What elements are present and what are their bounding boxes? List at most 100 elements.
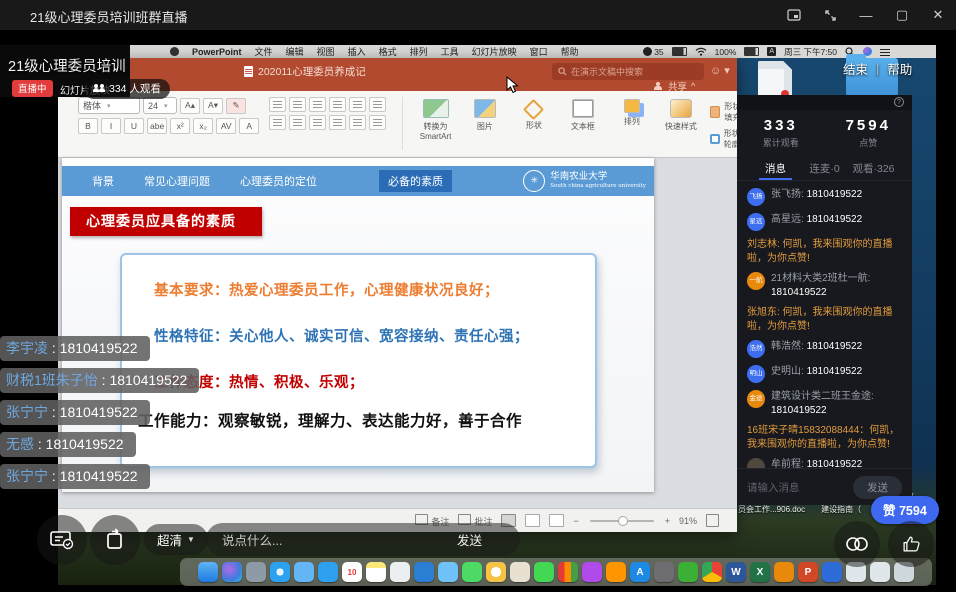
panel-check-button[interactable] — [37, 515, 87, 565]
input-method-badge[interactable]: A — [767, 47, 776, 56]
indent-increase-button[interactable] — [329, 97, 346, 112]
dock-app-icon[interactable] — [822, 562, 842, 582]
dock-app-icon[interactable] — [534, 562, 554, 582]
bullet-list-button[interactable] — [269, 97, 286, 112]
wifi-icon[interactable] — [695, 47, 707, 56]
menubar-item[interactable]: 帮助 — [561, 45, 579, 58]
end-stream-button[interactable]: 结束 — [843, 59, 868, 78]
menubar-item[interactable]: 插入 — [348, 45, 366, 58]
format-button[interactable]: x₂ — [193, 118, 213, 134]
help-button[interactable]: 帮助 — [887, 59, 912, 78]
font-size-select[interactable]: 24▾ — [143, 97, 177, 114]
format-button[interactable]: B — [78, 118, 98, 134]
dock-app-icon[interactable] — [870, 562, 890, 582]
rotate-screen-button[interactable] — [90, 515, 140, 565]
collapse-ribbon-icon[interactable]: ^ — [691, 81, 695, 91]
font-name-select[interactable]: 楷体▾ — [78, 97, 140, 114]
help-icon[interactable]: ? — [894, 97, 904, 107]
danmaku-input[interactable]: 说点什么... 发送 — [206, 523, 520, 556]
dock-app-icon[interactable]: A — [630, 562, 650, 582]
menubar-item[interactable]: 格式 — [379, 45, 397, 58]
format-button[interactable]: U — [124, 118, 144, 134]
dock-app-icon[interactable] — [294, 562, 314, 582]
format-button[interactable]: A — [239, 118, 259, 134]
dock-app-icon[interactable] — [582, 562, 602, 582]
dock-app-icon[interactable] — [366, 562, 386, 582]
menubar-item[interactable]: 窗口 — [530, 45, 548, 58]
dock-app-icon[interactable]: X — [750, 562, 770, 582]
align-options-button[interactable] — [369, 115, 386, 130]
emoji-feedback-icon[interactable]: ☺ ▾ — [710, 64, 730, 77]
dock-app-icon[interactable] — [222, 562, 242, 582]
menubar-app-name[interactable]: PowerPoint — [192, 47, 242, 57]
dock-app-icon[interactable] — [654, 562, 674, 582]
menubar-item[interactable]: 幻灯片放映 — [472, 45, 517, 58]
sidebar-tab[interactable]: 观看·326 — [849, 156, 898, 180]
dock-app-icon[interactable] — [510, 562, 530, 582]
toolbar-big-button[interactable]: 图片 — [465, 97, 505, 132]
mini-window-icon[interactable] — [786, 7, 802, 23]
link-rings-button[interactable] — [834, 521, 880, 567]
menubar-item[interactable]: 编辑 — [286, 45, 304, 58]
notification-count[interactable]: 35 — [643, 47, 663, 57]
zoom-slider-knob[interactable] — [618, 516, 628, 526]
zoom-out-button[interactable]: − — [573, 516, 578, 526]
danmaku-send-button[interactable]: 发送 — [457, 530, 482, 549]
toolbar-big-button[interactable]: 快速样式 — [661, 97, 701, 132]
format-button[interactable]: abe — [147, 118, 167, 134]
dock-app-icon[interactable] — [198, 562, 218, 582]
toolbar-big-button[interactable]: 文本框 — [563, 97, 603, 132]
align-right-button[interactable] — [309, 115, 326, 130]
font-size-step-button[interactable]: A▴ — [180, 98, 200, 114]
like-count-badge[interactable]: 赞 7594 — [871, 496, 939, 524]
apple-logo-icon[interactable] — [170, 47, 179, 56]
dock-app-icon[interactable] — [414, 562, 434, 582]
dock-app-icon[interactable] — [702, 562, 722, 582]
justify-button[interactable] — [329, 115, 346, 130]
dock-app-icon[interactable] — [678, 562, 698, 582]
menubar-item[interactable]: 文件 — [255, 45, 273, 58]
dock-app-icon[interactable] — [486, 562, 506, 582]
fullscreen-icon[interactable] — [822, 7, 838, 23]
format-button[interactable]: I — [101, 118, 121, 134]
columns-button[interactable] — [369, 97, 386, 112]
zoom-level[interactable]: 91% — [679, 516, 697, 526]
format-button[interactable]: AV — [216, 118, 236, 134]
fit-slide-button[interactable] — [706, 514, 719, 527]
sidebar-tab[interactable]: 消息 — [751, 156, 800, 180]
text-direction-button[interactable] — [349, 115, 366, 130]
dock-app-icon[interactable] — [558, 562, 578, 582]
toolbar-big-button[interactable]: 排列 — [612, 97, 652, 132]
like-button[interactable] — [888, 521, 934, 567]
numbered-list-button[interactable] — [289, 97, 306, 112]
menubar-item[interactable]: 视图 — [317, 45, 335, 58]
indent-decrease-button[interactable] — [309, 97, 326, 112]
font-size-step-button[interactable]: A▾ — [203, 98, 223, 114]
close-button[interactable]: ✕ — [930, 7, 946, 23]
dock-app-icon[interactable]: P — [798, 562, 818, 582]
control-center-icon[interactable] — [880, 49, 890, 57]
maximize-button[interactable]: ▢ — [894, 7, 910, 23]
align-center-button[interactable] — [289, 115, 306, 130]
dock-app-icon[interactable] — [438, 562, 458, 582]
dock-app-icon[interactable]: 10 — [342, 562, 362, 582]
dock-app-icon[interactable] — [774, 562, 794, 582]
reading-view-button[interactable] — [549, 514, 564, 527]
sidebar-tab[interactable]: 连麦·0 — [800, 156, 849, 180]
zoom-in-button[interactable]: + — [665, 516, 670, 526]
quality-selector[interactable]: 超清▼ — [144, 524, 208, 555]
clear-format-button[interactable]: ✎ — [226, 98, 246, 114]
dock-app-icon[interactable] — [462, 562, 482, 582]
format-button[interactable]: x² — [170, 118, 190, 134]
zoom-slider[interactable] — [590, 520, 654, 522]
chat-input[interactable]: 请输入消息 — [747, 480, 845, 495]
dock-app-icon[interactable] — [246, 562, 266, 582]
minimize-button[interactable]: — — [858, 7, 874, 23]
dock-app-icon[interactable] — [270, 562, 290, 582]
menubar-item[interactable]: 排列 — [410, 45, 428, 58]
dock-app-icon[interactable] — [606, 562, 626, 582]
convert-smartart-button[interactable]: 转换为SmartArt — [415, 97, 456, 141]
dock-app-icon[interactable]: W — [726, 562, 746, 582]
ppt-search-box[interactable]: 在演示文稿中搜索 — [552, 63, 704, 80]
slide-sorter-view-button[interactable] — [525, 514, 540, 527]
